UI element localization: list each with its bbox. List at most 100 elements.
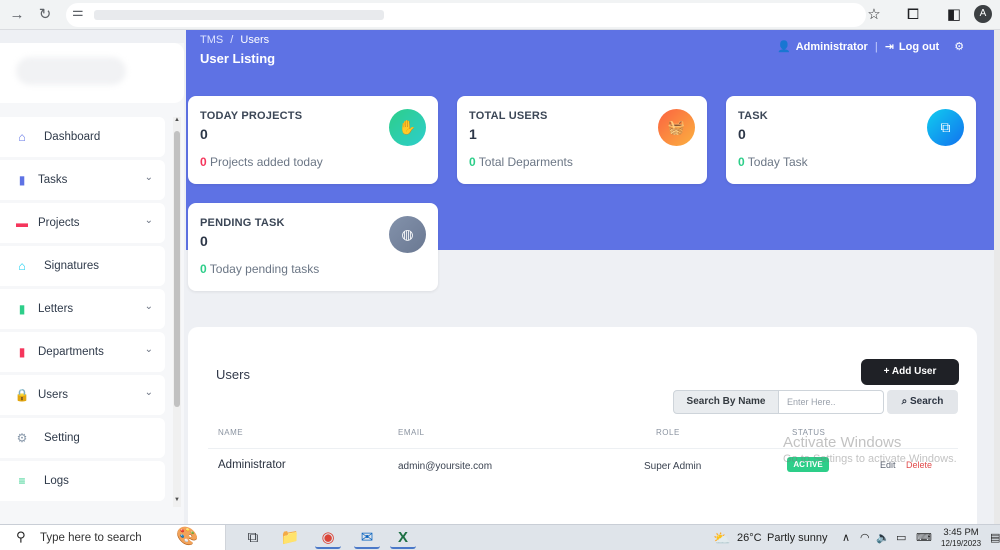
chevron-down-icon[interactable]: ⌄ — [145, 387, 153, 398]
file-icon: ▮ — [18, 302, 26, 316]
speaker-icon[interactable]: 🔈 — [876, 525, 890, 550]
taskbar-search-box[interactable]: ⚲ Type here to search 🎨 — [0, 525, 226, 550]
column-header-email[interactable]: EMAIL — [398, 428, 425, 437]
card-value: 0 — [200, 233, 208, 249]
lock-icon: 🔒 — [14, 388, 30, 402]
sidebar-item-logs[interactable]: ≡ Logs — [0, 461, 165, 501]
chevron-down-icon[interactable]: ⌄ — [145, 172, 153, 183]
puzzle-icon[interactable]: ⧠ — [902, 4, 924, 26]
basket-icon: 🧺 — [658, 109, 695, 146]
sidebar-item-letters[interactable]: ▮ Letters ⌄ — [0, 289, 165, 329]
home-icon: ⌂ — [18, 130, 26, 144]
card-task: TASK 0 0 Today Task ⧉ — [726, 96, 976, 184]
top-nav: 👤 Administrator | ⇥ Log out ⚙ — [777, 40, 964, 54]
back-arrow-icon[interactable]: → — [6, 4, 28, 26]
sidebar-item-label: Tasks — [38, 174, 68, 186]
sidebar-item-label: Signatures — [44, 260, 99, 272]
search-input[interactable] — [779, 390, 884, 414]
sidebar-item-setting[interactable]: ⚙ Setting — [0, 418, 165, 458]
add-user-button[interactable]: + Add User — [861, 359, 959, 385]
tune-icon[interactable]: ⚌ — [72, 4, 84, 20]
card-label: PENDING TASK — [200, 217, 285, 229]
column-header-role[interactable]: ROLE — [656, 428, 680, 437]
taskbar-clock[interactable]: 3:45 PM 12/19/2023 — [941, 527, 981, 550]
file-explorer-icon[interactable]: 📁 — [277, 527, 303, 549]
breadcrumb: TMS / Users — [200, 34, 269, 46]
chevron-down-icon[interactable]: ⌄ — [145, 215, 153, 226]
search-by-name-label: Search By Name — [673, 390, 779, 414]
card-footer: 0 Total Deparments — [469, 155, 573, 169]
search-button-label: Search — [910, 396, 944, 407]
sidebar-item-users[interactable]: 🔒 Users ⌄ — [0, 375, 165, 415]
sidebar-item-label: Letters — [38, 303, 74, 315]
network-icon[interactable]: ◠ — [860, 525, 870, 550]
card-footer-count: 0 — [738, 155, 745, 169]
star-icon[interactable]: ☆ — [863, 4, 885, 26]
sidebar-item-projects[interactable]: ▬ Projects ⌄ — [0, 203, 165, 243]
nav-separator: | — [874, 40, 878, 53]
outlook-icon[interactable]: ✉ — [354, 527, 380, 549]
chevron-down-icon[interactable]: ⌄ — [145, 344, 153, 355]
sidebar-item-label: Users — [38, 389, 69, 401]
scroll-up-arrow-icon[interactable]: ▲ — [173, 117, 181, 123]
column-header-name[interactable]: NAME — [218, 428, 243, 437]
database-icon: ≡ — [18, 474, 26, 488]
card-footer-text: Projects added today — [206, 155, 323, 169]
users-panel-title: Users — [216, 367, 250, 382]
card-footer-text: Today Task — [744, 155, 808, 169]
breadcrumb-root[interactable]: TMS — [200, 34, 223, 46]
battery-icon[interactable]: ▭ — [896, 525, 906, 550]
chevron-down-icon[interactable]: ⌄ — [145, 301, 153, 312]
sidebar-item-dashboard[interactable]: ⌂ Dashboard — [0, 117, 165, 157]
card-footer: 0 Today pending tasks — [200, 262, 319, 276]
keyboard-icon[interactable]: ⌨ — [916, 525, 932, 550]
weather-icon[interactable]: ⛅ — [713, 525, 730, 550]
weather-text[interactable]: Partly sunny — [767, 525, 828, 550]
card-label: TASK — [738, 110, 768, 122]
card-footer: 0 Today Task — [738, 155, 808, 169]
search-highlight-icon[interactable]: 🎨 — [176, 526, 198, 547]
building-icon: ▮ — [18, 345, 26, 359]
card-value: 1 — [469, 126, 477, 142]
card-value: 0 — [738, 126, 746, 142]
profile-avatar[interactable]: A — [974, 5, 992, 23]
reload-icon[interactable]: ↻ — [34, 4, 56, 26]
logout-link[interactable]: Log out — [899, 41, 939, 53]
cell-name: Administrator — [218, 459, 286, 471]
file-icon: ▮ — [18, 173, 26, 187]
sidebar-item-label: Dashboard — [44, 131, 101, 143]
chrome-icon[interactable]: ◉ — [315, 527, 341, 549]
cell-role: Super Admin — [644, 461, 702, 472]
card-value: 0 — [200, 126, 208, 142]
sidebar-item-label: Projects — [38, 217, 80, 229]
address-bar[interactable]: ⚌ — [66, 3, 866, 27]
logout-icon[interactable]: ⇥ — [885, 40, 894, 53]
search-button[interactable]: ⌕ Search — [887, 390, 958, 414]
gear-icon[interactable]: ⚙ — [954, 40, 964, 53]
page-scrollbar[interactable] — [994, 30, 1000, 524]
watermark-line2: Go to Settings to activate Windows. — [783, 453, 957, 465]
windows-taskbar: ⚲ Type here to search 🎨 ⧉ 📁 ◉ ✉ X ⛅ 26°C Par… — [0, 524, 1000, 550]
task-view-icon[interactable]: ⧉ — [240, 527, 266, 549]
weather-temp[interactable]: 26°C — [737, 525, 762, 550]
sidebar-item-signatures[interactable]: ⌂ Signatures — [0, 246, 165, 286]
user-name-link[interactable]: Administrator — [796, 41, 868, 53]
search-icon: ⚲ — [16, 529, 26, 544]
card-footer: 0 Projects added today — [200, 155, 323, 169]
logo-area[interactable] — [0, 43, 184, 103]
chevron-up-icon[interactable]: ∧ — [842, 525, 850, 550]
excel-icon[interactable]: X — [390, 527, 416, 549]
notification-icon[interactable]: ▤ — [990, 525, 1000, 550]
scroll-down-arrow-icon[interactable]: ▼ — [173, 497, 181, 503]
copy-icon: ⧉ — [927, 109, 964, 146]
sidebar-item-tasks[interactable]: ▮ Tasks ⌄ — [0, 160, 165, 200]
side-panel-icon[interactable]: ◧ — [943, 4, 965, 26]
sidebar: ⌂ Dashboard ▮ Tasks ⌄ ▬ Projects ⌄ ⌂ Signatures ▮ L… — [0, 43, 184, 524]
briefcase-icon: ▬ — [16, 216, 28, 230]
sidebar-scrollbar[interactable]: ▲ ▼ — [173, 117, 181, 507]
cell-email: admin@yoursite.com — [398, 461, 493, 472]
sidebar-scrollbar-thumb[interactable] — [174, 131, 180, 407]
card-label: TODAY PROJECTS — [200, 110, 303, 122]
card-total-users: TOTAL USERS 1 0 Total Deparments 🧺 — [457, 96, 707, 184]
sidebar-item-departments[interactable]: ▮ Departments ⌄ — [0, 332, 165, 372]
